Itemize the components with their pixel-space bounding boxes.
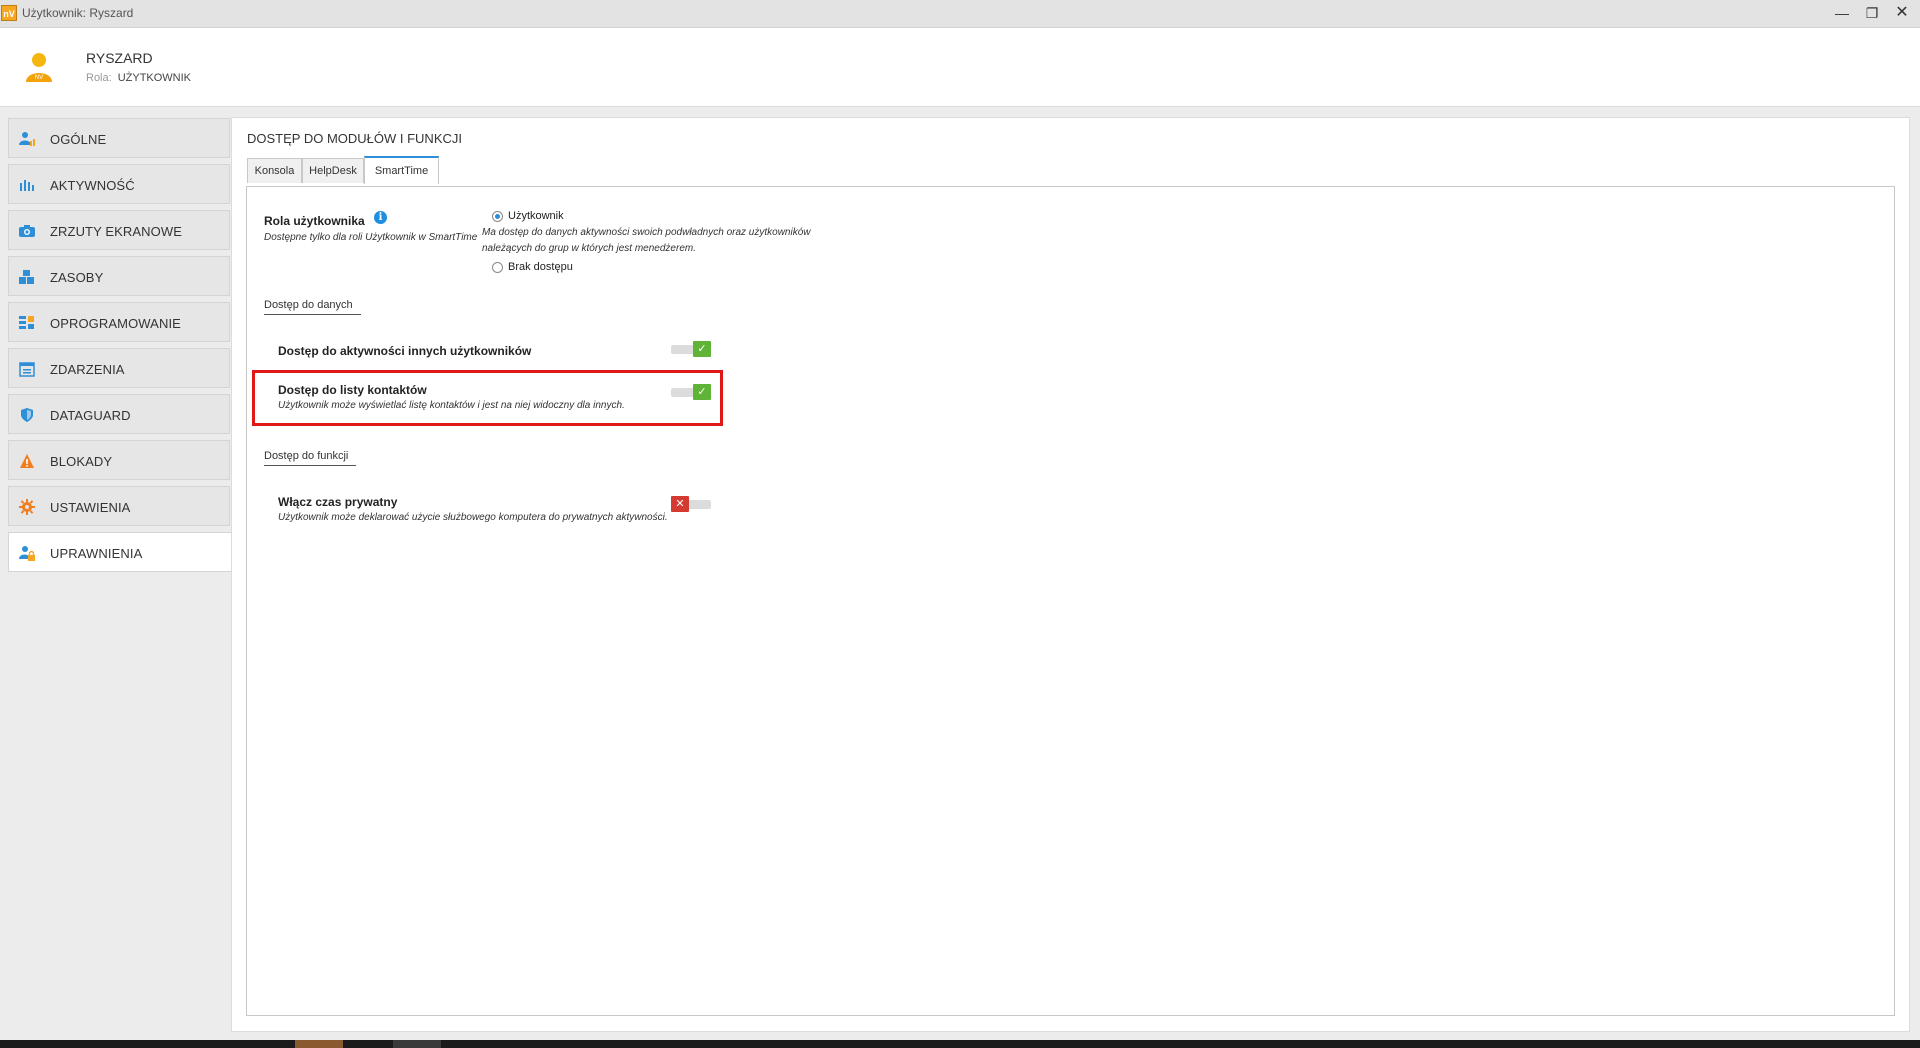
sidebar-item-label: DATAGUARD xyxy=(50,408,131,423)
window-title: Użytkownik: Ryszard xyxy=(22,6,134,20)
user-header: NV RYSZARD Rola: UŻYTKOWNIK xyxy=(0,28,1920,107)
main-content: DOSTĘP DO MODUŁÓW I FUNKCJI Konsola Help… xyxy=(231,117,1910,1032)
user-avatar-icon: NV xyxy=(26,53,52,82)
private-time-toggle[interactable]: ✕ xyxy=(671,496,711,512)
window-titlebar: nV Użytkownik: Ryszard — ❐ ✕ xyxy=(0,0,1920,28)
tab-konsola[interactable]: Konsola xyxy=(247,158,302,183)
contacts-access-description: Użytkownik może wyświetlać listę kontakt… xyxy=(278,400,625,411)
shield-icon xyxy=(21,408,33,422)
sidebar-item-label: OGÓLNE xyxy=(50,132,107,147)
sidebar-item-label: OPROGRAMOWANIE xyxy=(50,316,181,331)
sidebar-item-dataguard[interactable]: DATAGUARD xyxy=(8,394,230,434)
info-icon[interactable]: i xyxy=(374,211,387,224)
sidebar-item-zdarzenia[interactable]: ZDARZENIA xyxy=(8,348,230,388)
taskbar xyxy=(0,1040,1920,1048)
sidebar-item-uprawnienia[interactable]: UPRAWNIENIA xyxy=(8,532,232,572)
camera-icon xyxy=(19,225,35,237)
sidebar-item-label: AKTYWNOŚĆ xyxy=(50,178,135,193)
toggle-label-contacts-access: Dostęp do listy kontaktów xyxy=(278,383,427,397)
group-label-data-access: Dostęp do danych xyxy=(264,299,361,315)
sidebar-item-label: UPRAWNIENIA xyxy=(50,546,143,561)
activity-access-toggle[interactable]: ✓ xyxy=(671,341,711,357)
user-lock-icon xyxy=(19,546,35,561)
group-label-function-access: Dostęp do funkcji xyxy=(264,450,357,466)
contacts-access-toggle[interactable]: ✓ xyxy=(671,384,711,400)
software-grid-icon xyxy=(19,316,34,329)
sidebar-item-zasoby[interactable]: ZASOBY xyxy=(8,256,230,296)
sidebar-item-label: ZRZUTY EKRANOWE xyxy=(50,224,182,239)
sidebar-item-ogolne[interactable]: OGÓLNE xyxy=(8,118,230,158)
x-icon: ✕ xyxy=(671,496,689,512)
toggle-label-private-time: Włącz czas prywatny xyxy=(278,495,398,509)
check-icon: ✓ xyxy=(693,384,711,400)
sidebar-item-aktywnosc[interactable]: AKTYWNOŚĆ xyxy=(8,164,230,204)
app-logo-icon: nV xyxy=(1,5,17,21)
gear-icon xyxy=(19,499,35,515)
calendar-icon xyxy=(19,362,35,377)
close-button[interactable]: ✕ xyxy=(1890,3,1914,23)
sidebar-item-label: BLOKADY xyxy=(50,454,113,469)
warning-icon xyxy=(20,454,34,468)
taskbar-app-button[interactable] xyxy=(295,1040,343,1048)
role-description: Dostępne tylko dla roli Użytkownik w Sma… xyxy=(264,232,478,243)
toggle-label-activity-access: Dostęp do aktywności innych użytkowników xyxy=(278,344,532,358)
role-label: Rola: xyxy=(86,72,112,84)
radio-brak-dostepu[interactable] xyxy=(492,262,503,273)
role-title: Rola użytkownika xyxy=(264,214,365,228)
tab-smarttime[interactable]: SmartTime xyxy=(364,156,439,184)
sidebar-item-label: ZDARZENIA xyxy=(50,362,125,377)
private-time-description: Użytkownik może deklarować użycie służbo… xyxy=(278,512,668,523)
check-icon: ✓ xyxy=(693,341,711,357)
user-chart-icon xyxy=(19,132,35,146)
sidebar-item-ustawienia[interactable]: USTAWIENIA xyxy=(8,486,230,526)
user-role: Rola: UŻYTKOWNIK xyxy=(86,72,191,84)
tab-panel-smarttime: Rola użytkownika i Dostępne tylko dla ro… xyxy=(246,186,1895,1016)
radio-uzytkownik[interactable] xyxy=(492,211,503,222)
user-name: RYSZARD xyxy=(86,50,153,66)
radio-uzytkownik-description: Ma dostęp do danych aktywności swoich po… xyxy=(482,227,811,254)
bar-chart-icon xyxy=(20,180,34,191)
role-value: UŻYTKOWNIK xyxy=(117,72,192,84)
minimize-button[interactable]: — xyxy=(1830,3,1854,23)
section-title: DOSTĘP DO MODUŁÓW I FUNKCJI xyxy=(247,131,462,146)
sidebar-item-blokady[interactable]: BLOKADY xyxy=(8,440,230,480)
avatar-badge: NV xyxy=(35,75,43,81)
radio-brak-dostepu-label: Brak dostępu xyxy=(508,261,573,273)
radio-uzytkownik-label: Użytkownik xyxy=(508,210,564,222)
restore-button[interactable]: ❐ xyxy=(1860,3,1884,23)
tab-helpdesk[interactable]: HelpDesk xyxy=(302,158,364,183)
sidebar-item-oprogramowanie[interactable]: OPROGRAMOWANIE xyxy=(8,302,230,342)
taskbar-app-button[interactable] xyxy=(393,1040,441,1048)
sidebar-item-label: USTAWIENIA xyxy=(50,500,131,515)
cubes-icon xyxy=(19,270,34,284)
sidebar-item-zrzuty-ekranowe[interactable]: ZRZUTY EKRANOWE xyxy=(8,210,230,250)
sidebar-item-label: ZASOBY xyxy=(50,270,104,285)
sidebar: OGÓLNE AKTYWNOŚĆ ZRZUTY EKRANOWE ZASOBY … xyxy=(8,118,232,578)
